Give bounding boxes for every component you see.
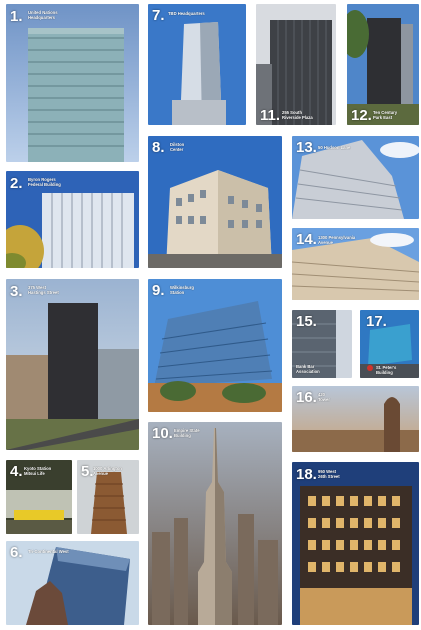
tile-number: 6. [10,544,23,561]
tile-number: 13. [296,139,317,156]
tile-number: 11. [260,107,281,124]
tile-11-photo: 11. 255 South Riverside Plaza [256,4,336,125]
tile-number: 16. [296,389,317,406]
hastings-street-tower-photo [6,279,139,450]
un-headquarters-photo [6,4,139,162]
tile-caption: Byron Rogers Federal Building [28,177,61,187]
tile-1-photo: 1. United Nations Headquarters [6,4,139,162]
tile-caption: Bank Bar Association [296,364,320,374]
tile-caption: 50 Hudson Lane [318,145,351,150]
tile-number: 9. [152,282,165,299]
tile-10-photo: 10. Empire State Building [148,422,282,625]
tile-caption: Dilston Center [170,142,185,152]
tile-number: 18. [296,466,317,483]
tri-continental-west-photo [6,541,139,625]
tile-caption: Wilkinsburg Station [170,285,194,295]
tile-13-photo: 13. 50 Hudson Lane [292,136,419,219]
tile-8-photo: 8. Dilston Center [148,136,282,268]
dilston-center-photo [148,136,282,268]
tile-number: 17. [366,313,387,330]
tile-18-photo: 18. 950 West 26th Street [292,462,419,625]
tile-number: 8. [152,139,165,156]
tile-15-photo: 15. Bank Bar Association [292,310,352,378]
tile-number: 1. [10,8,23,25]
tile-12-photo: 12. Ten Century Park East [347,4,419,125]
tile-number: 7. [152,7,165,24]
empire-state-building-photo [148,422,282,625]
tile-caption: Tri-Continental West [28,549,69,554]
tile-4-photo: 4. Kyoto Station Mitsui Life [6,460,72,534]
tile-number: 14. [296,231,317,248]
tile-caption: 1000 Arlington Avenue [93,466,122,476]
tile-16-photo: 16. 420 Tower [292,386,419,452]
tile-caption: TBD Headquarters [168,11,205,16]
tile-number: 12. [351,107,372,124]
tile-caption: St. Peter's Building [376,365,397,375]
tile-caption: 255 South Riverside Plaza [282,110,313,120]
tile-number: 15. [296,313,317,330]
tile-number: 2. [10,175,23,192]
tile-number: 3. [10,283,23,300]
tile-caption: United Nations Headquarters [28,10,58,20]
wilkinsburg-station-photo [148,279,282,412]
tile-caption: 420 Tower [318,392,331,402]
tile-caption: Kyoto Station Mitsui Life [24,466,52,476]
tile-5-photo: 5. 1000 Arlington Avenue [77,460,139,534]
tile-6-photo: 6. Tri-Continental West [6,541,139,625]
tile-7-photo: 7. TBD Headquarters [148,4,246,125]
tile-number: 10. [152,425,173,442]
tile-caption: Ten Century Park East [373,110,398,120]
tile-14-photo: 14. 1300 Pennsylvania Avenue [292,228,419,300]
west-26th-street-photo [292,462,419,625]
tile-caption: 950 West 26th Street [318,469,340,479]
tile-number: 4. [10,463,23,480]
byron-rogers-building-photo [6,171,139,268]
tile-number: 5. [81,463,94,480]
tile-caption: Empire State Building [174,428,200,438]
tile-17-photo: 17. St. Peter's Building [360,310,419,378]
tile-caption: 1300 Pennsylvania Avenue [318,235,356,245]
tile-9-photo: 9. Wilkinsburg Station [148,279,282,412]
tile-3-photo: 3. 375 West Hastings Street [6,279,139,450]
tile-caption: 375 West Hastings Street [28,285,59,295]
tile-2-photo: 2. Byron Rogers Federal Building [6,171,139,268]
